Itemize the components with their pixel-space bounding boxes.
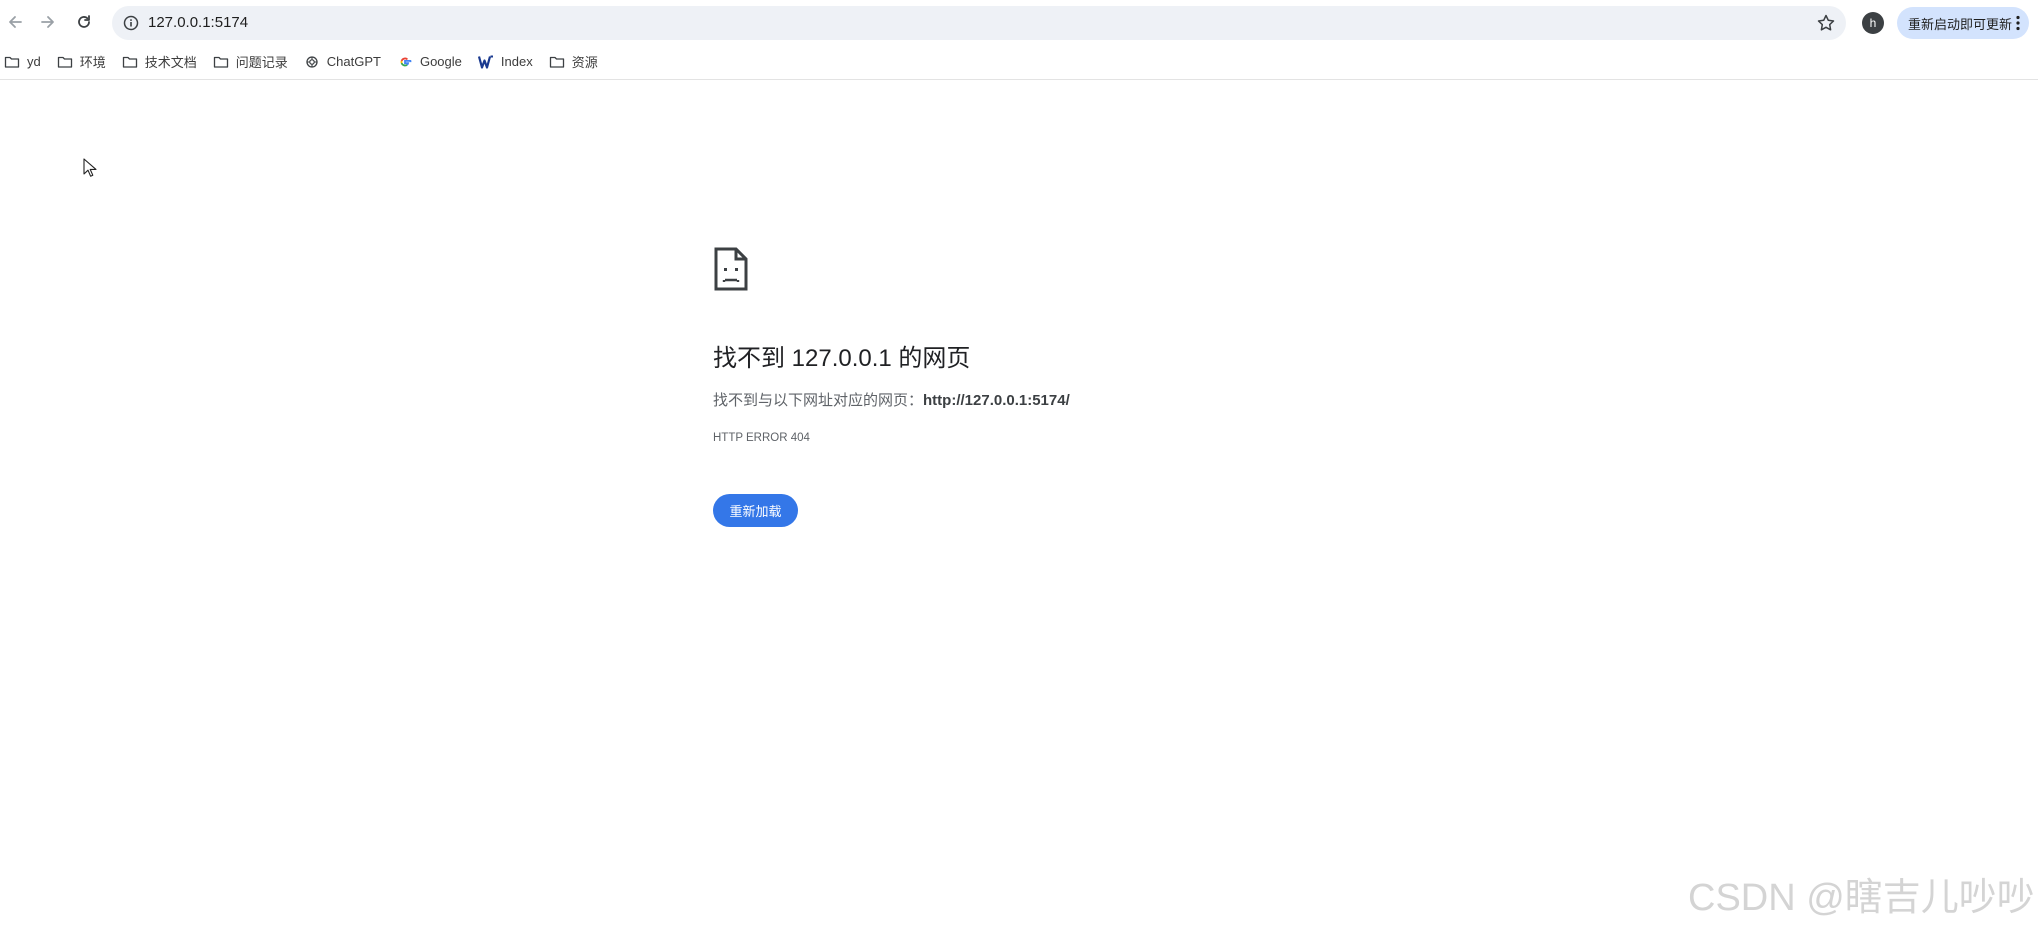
error-url: http://127.0.0.1:5174/: [923, 392, 1070, 409]
bookmark-label: 环境: [79, 55, 106, 70]
bookmark-item[interactable]: yd: [4, 48, 41, 76]
bookmark-label: 技术文档: [144, 55, 197, 70]
folder-icon: [57, 54, 73, 70]
bookmark-item[interactable]: ChatGPT: [304, 48, 381, 76]
bookmark-item[interactable]: 环境: [57, 48, 106, 76]
profile-avatar[interactable]: h: [1862, 12, 1884, 34]
site-info-icon[interactable]: [122, 14, 140, 32]
address-url[interactable]: 127.0.0.1:5174: [148, 6, 248, 40]
folder-icon: [213, 54, 229, 70]
chatgpt-icon: [304, 54, 320, 70]
back-button[interactable]: [0, 7, 30, 37]
browser-toolbar: 127.0.0.1:5174 h 重新启动即可更新: [0, 0, 2038, 44]
bookmark-label: Index: [500, 54, 533, 69]
bookmark-label: ChatGPT: [326, 54, 381, 69]
error-title: 找不到 127.0.0.1 的网页: [713, 345, 971, 372]
bookmark-label: yd: [27, 54, 41, 69]
error-code: HTTP ERROR 404: [713, 432, 810, 444]
google-icon: [397, 54, 413, 70]
bookmark-item[interactable]: 资源: [549, 48, 598, 76]
error-description-text: 找不到与以下网址对应的网页：: [713, 392, 924, 409]
bookmark-label: Google: [419, 54, 462, 69]
bookmark-item[interactable]: 技术文档: [122, 48, 197, 76]
bookmark-item[interactable]: Index: [477, 48, 533, 76]
reload-button[interactable]: 重新加载: [713, 494, 798, 527]
relaunch-update-button[interactable]: 重新启动即可更新: [1897, 7, 2029, 39]
bookmark-label: 问题记录: [235, 55, 288, 70]
bookmarks-bar: yd 环境 技术文档 问题记录 ChatGPT Google Index 资源: [0, 44, 2038, 80]
error-description: 找不到与以下网址对应的网页：http://127.0.0.1:5174/: [713, 389, 1513, 410]
error-content: 找不到 127.0.0.1 的网页 找不到与以下网址对应的网页：http://1…: [713, 246, 1513, 527]
more-menu-icon[interactable]: [2015, 15, 2021, 31]
bookmark-item[interactable]: Google: [397, 48, 462, 76]
forward-button[interactable]: [33, 7, 63, 37]
sad-page-icon: [714, 247, 748, 291]
relaunch-update-label: 重新启动即可更新: [1908, 16, 2013, 32]
w-logo-icon: [477, 54, 494, 70]
address-bar[interactable]: 127.0.0.1:5174: [112, 6, 1846, 40]
bookmark-label: 资源: [571, 55, 598, 70]
folder-icon: [122, 54, 138, 70]
bookmark-item[interactable]: 问题记录: [213, 48, 288, 76]
mouse-cursor-icon: [83, 158, 97, 177]
refresh-icon: [78, 15, 90, 28]
back-arrow-icon: [9, 16, 22, 28]
forward-arrow-icon: [41, 16, 54, 28]
watermark: CSDN @瞎吉儿吵吵: [1688, 877, 2035, 919]
folder-icon: [4, 54, 20, 70]
bookmark-star-icon[interactable]: [1816, 13, 1836, 33]
folder-icon: [549, 54, 565, 70]
reload-toolbar-button[interactable]: [69, 7, 99, 37]
